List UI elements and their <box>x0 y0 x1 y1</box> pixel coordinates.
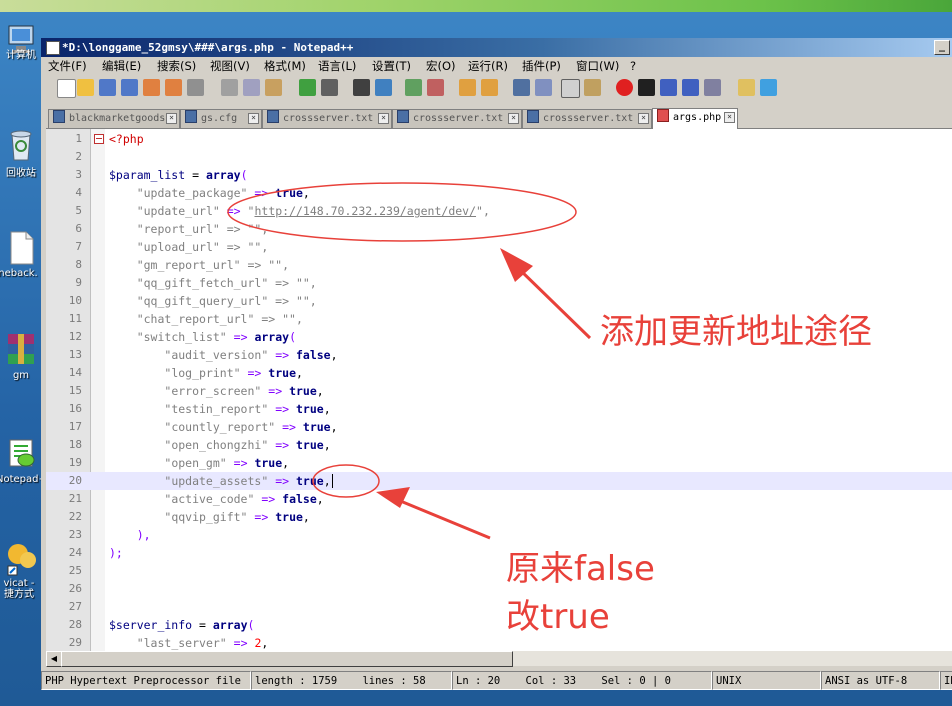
annotation-change-true: 改true <box>506 597 610 637</box>
arrow-line-2 <box>397 498 491 540</box>
url-highlight-ellipse <box>227 182 577 242</box>
annotation-was-false: 原来false <box>506 549 655 589</box>
annotation-add-update-url: 添加更新地址途径 <box>600 312 872 352</box>
value-highlight-ellipse <box>312 464 380 498</box>
annotation-overlay <box>227 182 592 540</box>
arrow-line-1 <box>516 266 592 340</box>
arrow-head-2 <box>376 487 410 508</box>
